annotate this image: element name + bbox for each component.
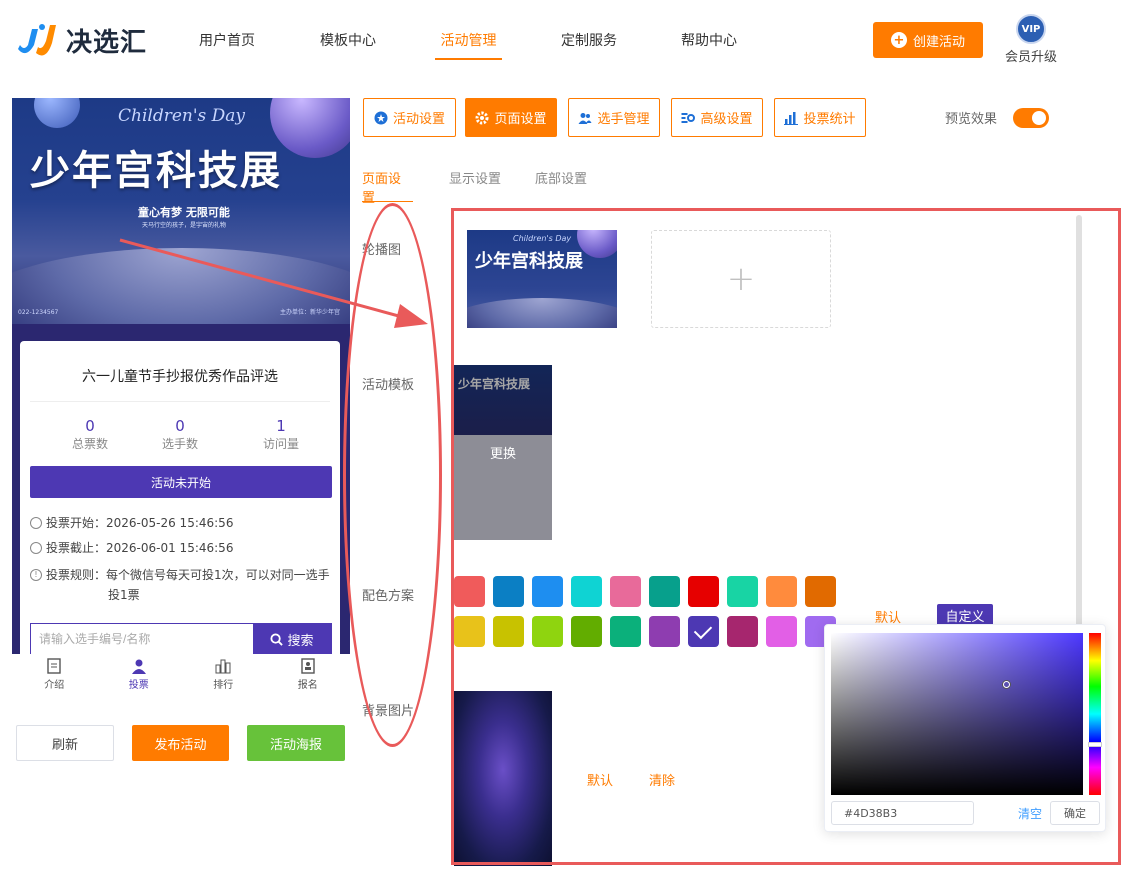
tab-label: 活动设置 bbox=[392, 112, 445, 127]
activity-status-bar: 活动未开始 bbox=[30, 466, 332, 498]
chart-icon bbox=[784, 111, 799, 125]
tab-advanced-settings[interactable]: 高级设置 bbox=[671, 98, 763, 137]
vote-start-text: 投票开始：2026-05-26 15:46:56 bbox=[46, 516, 234, 530]
nav-help[interactable]: 帮助中心 bbox=[681, 30, 737, 60]
tab-intro-label: 介绍 bbox=[44, 680, 65, 691]
poster-button[interactable]: 活动海报 bbox=[247, 725, 345, 761]
tab-signup-label: 报名 bbox=[297, 680, 318, 691]
refresh-button[interactable]: 刷新 bbox=[16, 725, 114, 761]
vote-rule-text: 投票规则：每个微信号每天可投1次，可以对同一选手 投1票 bbox=[46, 565, 330, 605]
stat-label: 总票数 bbox=[71, 437, 108, 451]
tab-vote-statistics[interactable]: 投票统计 bbox=[774, 98, 866, 137]
stat-visits: 1 访问量 bbox=[241, 417, 321, 452]
stat-value: 0 bbox=[85, 417, 95, 435]
stat-label: 访问量 bbox=[262, 437, 299, 451]
vip-label: 会员升级 bbox=[1005, 50, 1058, 65]
planet-graphic bbox=[270, 98, 350, 158]
stat-total-votes: 0 总票数 bbox=[50, 417, 130, 452]
settings-icon bbox=[681, 112, 696, 123]
signup-icon bbox=[301, 658, 315, 674]
logo-icon bbox=[18, 24, 56, 56]
banner-subtitle: Children's Day bbox=[118, 106, 246, 126]
nav-templates[interactable]: 模板中心 bbox=[320, 30, 376, 60]
search-button[interactable]: 搜索 bbox=[253, 624, 331, 654]
vip-upgrade[interactable]: VIP 会员升级 bbox=[1005, 14, 1057, 65]
nav-custom-service[interactable]: 定制服务 bbox=[561, 30, 617, 60]
create-activity-button[interactable]: + 创建活动 bbox=[873, 22, 983, 58]
search-icon bbox=[270, 632, 284, 646]
tab-contestant-management[interactable]: 选手管理 bbox=[568, 98, 660, 137]
tab-page-settings[interactable]: 页面设置 bbox=[465, 98, 557, 137]
tab-vote-label: 投票 bbox=[128, 680, 149, 691]
nav-activity-management[interactable]: 活动管理 bbox=[435, 30, 502, 60]
tab-activity-settings[interactable]: 活动设置 bbox=[363, 98, 456, 137]
divider bbox=[30, 401, 330, 402]
vote-rule-line-1: 投票规则：每个微信号每天可投1次，可以对同一选手 bbox=[46, 568, 330, 582]
vote-rule-info: ! 投票规则：每个微信号每天可投1次，可以对同一选手 投1票 bbox=[30, 565, 330, 605]
contestant-search: 搜索 bbox=[30, 623, 332, 654]
tab-vote[interactable]: 投票 bbox=[97, 654, 182, 698]
stat-value: 1 bbox=[276, 417, 286, 435]
tab-signup[interactable]: 报名 bbox=[266, 654, 351, 698]
search-button-label: 搜索 bbox=[287, 633, 314, 649]
tab-label: 页面设置 bbox=[494, 112, 547, 127]
subtab-display-settings[interactable]: 显示设置 bbox=[449, 168, 501, 202]
banner-phone: 022-1234567 bbox=[18, 309, 59, 316]
subtab-footer-settings[interactable]: 底部设置 bbox=[535, 168, 587, 202]
mobile-preview: Children's Day 少年宫科技展 童心有梦 无限可能 天马行空的孩子，… bbox=[12, 98, 350, 654]
tab-intro[interactable]: 介绍 bbox=[12, 654, 97, 698]
create-activity-label: 创建活动 bbox=[912, 34, 965, 50]
preview-effect-toggle[interactable] bbox=[1013, 108, 1049, 128]
vote-end-info: 投票截止：2026-06-01 15:46:56 bbox=[30, 538, 330, 558]
vote-end-text: 投票截止：2026-06-01 15:46:56 bbox=[46, 541, 234, 555]
search-input[interactable] bbox=[31, 624, 253, 654]
nav-home[interactable]: 用户首页 bbox=[199, 30, 255, 60]
stat-value: 0 bbox=[175, 417, 185, 435]
publish-button[interactable]: 发布活动 bbox=[132, 725, 229, 761]
banner-tagline: 天马行空的孩子，是宇宙的礼物 bbox=[142, 222, 227, 229]
user-icon bbox=[131, 659, 146, 674]
banner-slogan: 童心有梦 无限可能 bbox=[138, 206, 230, 219]
vote-start-info: 投票开始：2026-05-26 15:46:56 bbox=[30, 513, 330, 533]
arrow-annotation bbox=[119, 238, 428, 328]
tab-label: 高级设置 bbox=[700, 112, 753, 127]
preview-tabbar: 介绍 投票 排行 报名 bbox=[12, 654, 350, 698]
gear-icon bbox=[475, 111, 489, 124]
clock-icon bbox=[30, 517, 42, 529]
brand-logo[interactable]: 决选汇 bbox=[12, 18, 147, 62]
plus-icon: + bbox=[890, 32, 907, 48]
activity-card: 六一儿童节手抄报优秀作品评选 0 总票数 0 选手数 1 访问量 活动未开始 投… bbox=[20, 341, 340, 654]
clock-icon bbox=[30, 542, 42, 554]
stat-label: 选手数 bbox=[161, 437, 198, 451]
tab-label: 投票统计 bbox=[803, 112, 856, 127]
planet-graphic bbox=[34, 98, 80, 128]
preview-effect-label: 预览效果 bbox=[945, 112, 998, 127]
info-icon: ! bbox=[30, 569, 42, 581]
brand-name: 决选汇 bbox=[66, 27, 148, 58]
highlight-box-annotation bbox=[451, 208, 1121, 865]
vote-rule-line-2: 投1票 bbox=[108, 588, 140, 602]
banner-title: 少年宫科技展 bbox=[30, 148, 282, 194]
users-icon bbox=[578, 112, 592, 124]
rank-icon bbox=[215, 659, 231, 674]
star-icon bbox=[374, 111, 388, 124]
activity-title: 六一儿童节手抄报优秀作品评选 bbox=[82, 369, 278, 385]
tab-rank-label: 排行 bbox=[213, 680, 234, 691]
doc-icon bbox=[47, 658, 61, 674]
tab-label: 选手管理 bbox=[597, 112, 650, 127]
subtab-page-settings[interactable]: 页面设置 bbox=[362, 168, 413, 206]
stat-contestants: 0 选手数 bbox=[140, 417, 220, 452]
vip-icon: VIP bbox=[1016, 14, 1046, 44]
tab-rank[interactable]: 排行 bbox=[181, 654, 266, 698]
